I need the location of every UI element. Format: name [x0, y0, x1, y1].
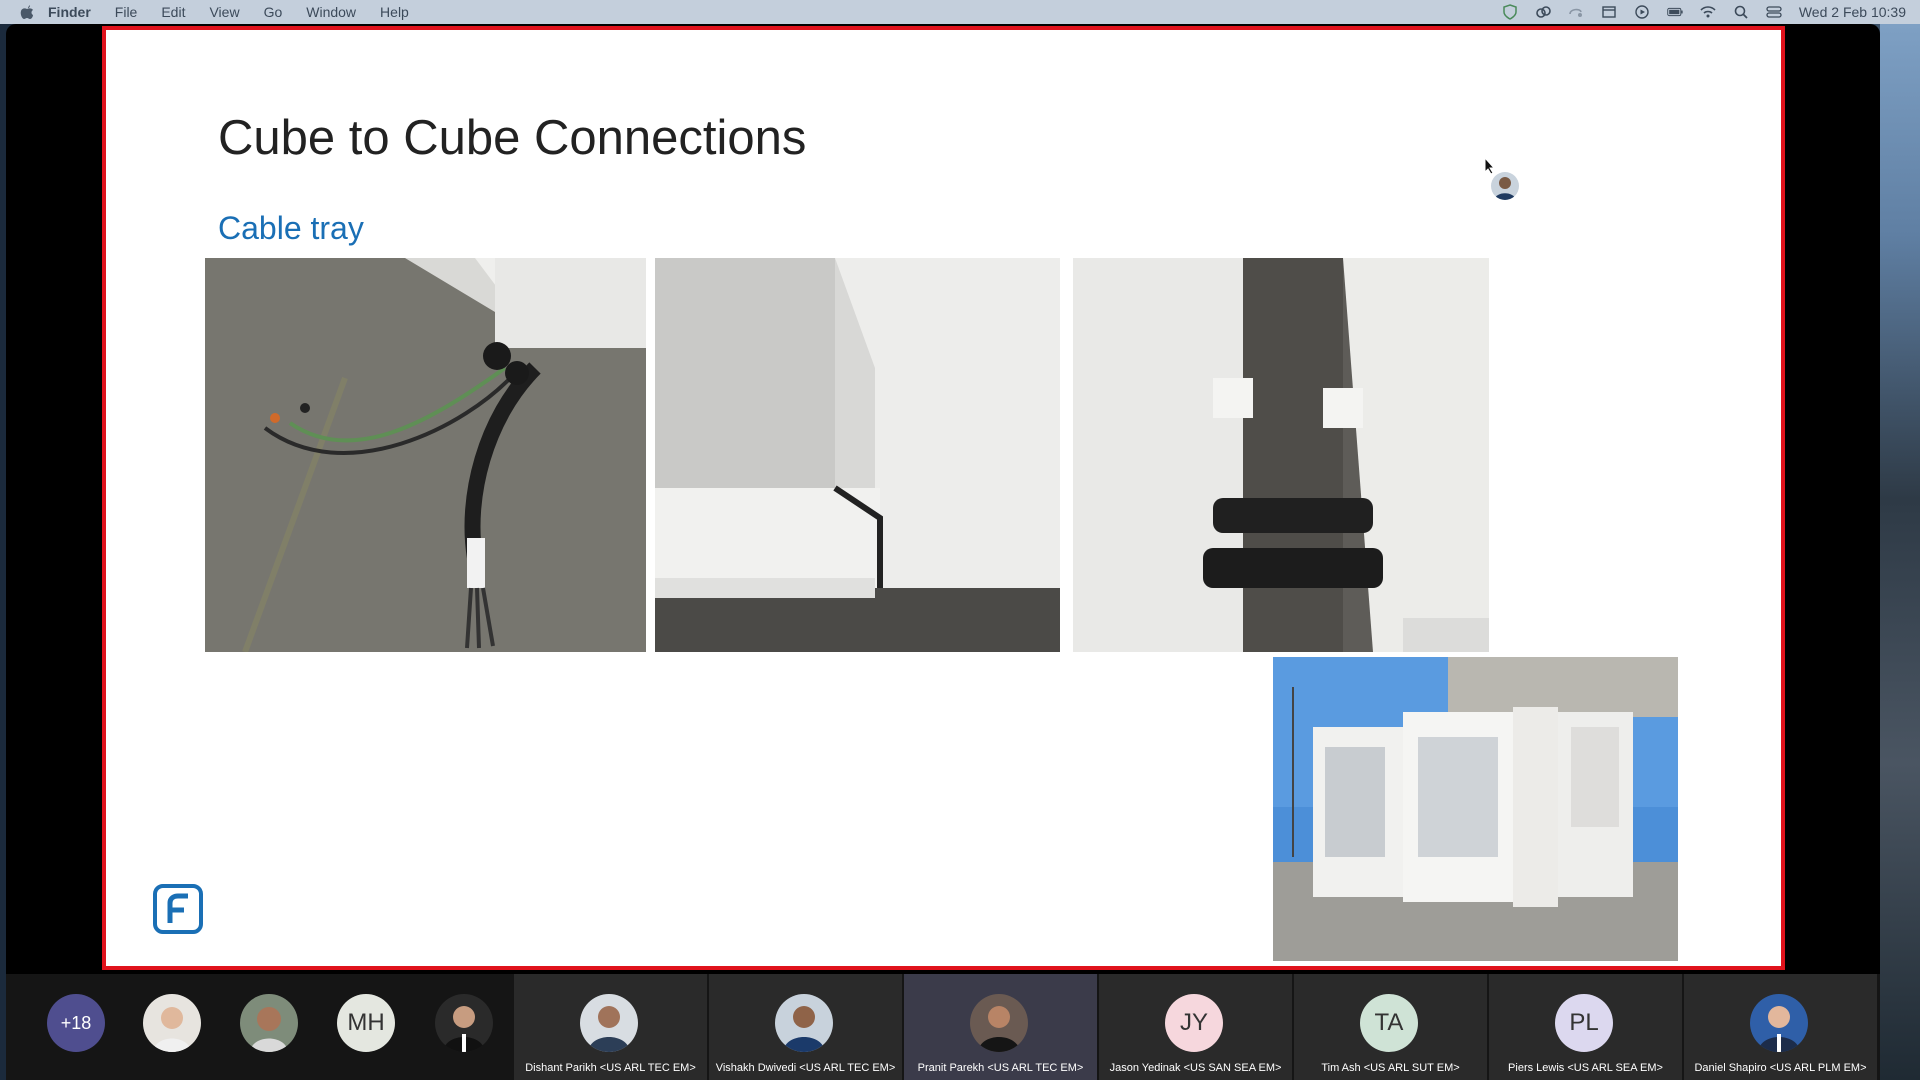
- participant-tile[interactable]: Dishant Parikh <US ARL TEC EM>: [514, 974, 707, 1080]
- calendar-icon[interactable]: [1601, 4, 1617, 20]
- photo-cube-corner: [655, 258, 1060, 652]
- menu-file[interactable]: File: [115, 4, 138, 20]
- participant-name: Vishakh Dwivedi <US ARL TEC EM>: [715, 1062, 896, 1074]
- menu-go[interactable]: Go: [264, 4, 283, 20]
- photo-cube-corridor: [1073, 258, 1489, 652]
- participant-initials-avatar: PL: [1555, 994, 1613, 1052]
- status-icons: Wed 2 Feb 10:39: [1502, 0, 1906, 24]
- menu-app-name[interactable]: Finder: [48, 4, 91, 20]
- menu-bar: Finder File Edit View Go Window Help Wed…: [0, 0, 1920, 24]
- participant-initials-avatar[interactable]: MH: [337, 994, 395, 1052]
- participant-name: Piers Lewis <US ARL SEA EM>: [1508, 1062, 1663, 1074]
- participant-tile[interactable]: Daniel Shapiro <US ARL PLM EM>: [1684, 974, 1877, 1080]
- photo-cables: [205, 258, 646, 652]
- menubar-clock[interactable]: Wed 2 Feb 10:39: [1799, 4, 1906, 20]
- participant-name: Dishant Parikh <US ARL TEC EM>: [525, 1062, 696, 1074]
- participant-name: Daniel Shapiro <US ARL PLM EM>: [1694, 1062, 1867, 1074]
- menu-view[interactable]: View: [209, 4, 239, 20]
- participant-name: Pranit Parekh <US ARL TEC EM>: [917, 1062, 1084, 1074]
- company-logo: [152, 883, 204, 935]
- slide-subtitle: Cable tray: [218, 210, 364, 246]
- participant-avatar[interactable]: [435, 994, 493, 1052]
- more-participants-badge[interactable]: +18: [47, 994, 105, 1052]
- participant-tile-active[interactable]: Pranit Parekh <US ARL TEC EM>: [904, 974, 1097, 1080]
- participant-avatar[interactable]: [240, 994, 298, 1052]
- participant-name: Tim Ash <US ARL SUT EM>: [1321, 1062, 1460, 1074]
- participant-tile[interactable]: Vishakh Dwivedi <US ARL TEC EM>: [709, 974, 902, 1080]
- participant-initials-avatar: TA: [1360, 994, 1418, 1052]
- participant-tile[interactable]: TA Tim Ash <US ARL SUT EM>: [1294, 974, 1487, 1080]
- apple-menu-icon[interactable]: [18, 3, 36, 21]
- menu-help[interactable]: Help: [380, 4, 409, 20]
- participant-tile[interactable]: PL Piers Lewis <US ARL SEA EM>: [1489, 974, 1682, 1080]
- wifi-icon[interactable]: [1700, 4, 1716, 20]
- participant-tile[interactable]: JY Jason Yedinak <US SAN SEA EM>: [1099, 974, 1292, 1080]
- creative-cloud-icon[interactable]: [1535, 4, 1551, 20]
- participant-avatar: [1750, 994, 1808, 1052]
- sync-icon[interactable]: [1568, 4, 1584, 20]
- participant-avatar: [580, 994, 638, 1052]
- menu-window[interactable]: Window: [306, 4, 356, 20]
- presenter-avatar: [1491, 172, 1519, 200]
- shield-icon[interactable]: [1502, 4, 1518, 20]
- control-center-icon[interactable]: [1766, 4, 1782, 20]
- search-icon[interactable]: [1733, 4, 1749, 20]
- battery-icon[interactable]: [1667, 4, 1683, 20]
- participants-strip: +18 MH Dishant Parikh <US ARL TEC EM> Vi…: [6, 974, 1880, 1080]
- slide-title: Cube to Cube Connections: [218, 111, 807, 165]
- participant-name: Jason Yedinak <US SAN SEA EM>: [1109, 1062, 1282, 1074]
- video-feed-outdoor-cubes: [1273, 657, 1678, 961]
- participant-avatar[interactable]: [143, 994, 201, 1052]
- participant-avatar: [970, 994, 1028, 1052]
- meeting-window: Cube to Cube Connections Cable tray +18 …: [6, 24, 1880, 1080]
- participant-initials-avatar: JY: [1165, 994, 1223, 1052]
- desktop-wallpaper: [1880, 24, 1920, 1080]
- participant-avatar: [775, 994, 833, 1052]
- menu-edit[interactable]: Edit: [161, 4, 185, 20]
- play-icon[interactable]: [1634, 4, 1650, 20]
